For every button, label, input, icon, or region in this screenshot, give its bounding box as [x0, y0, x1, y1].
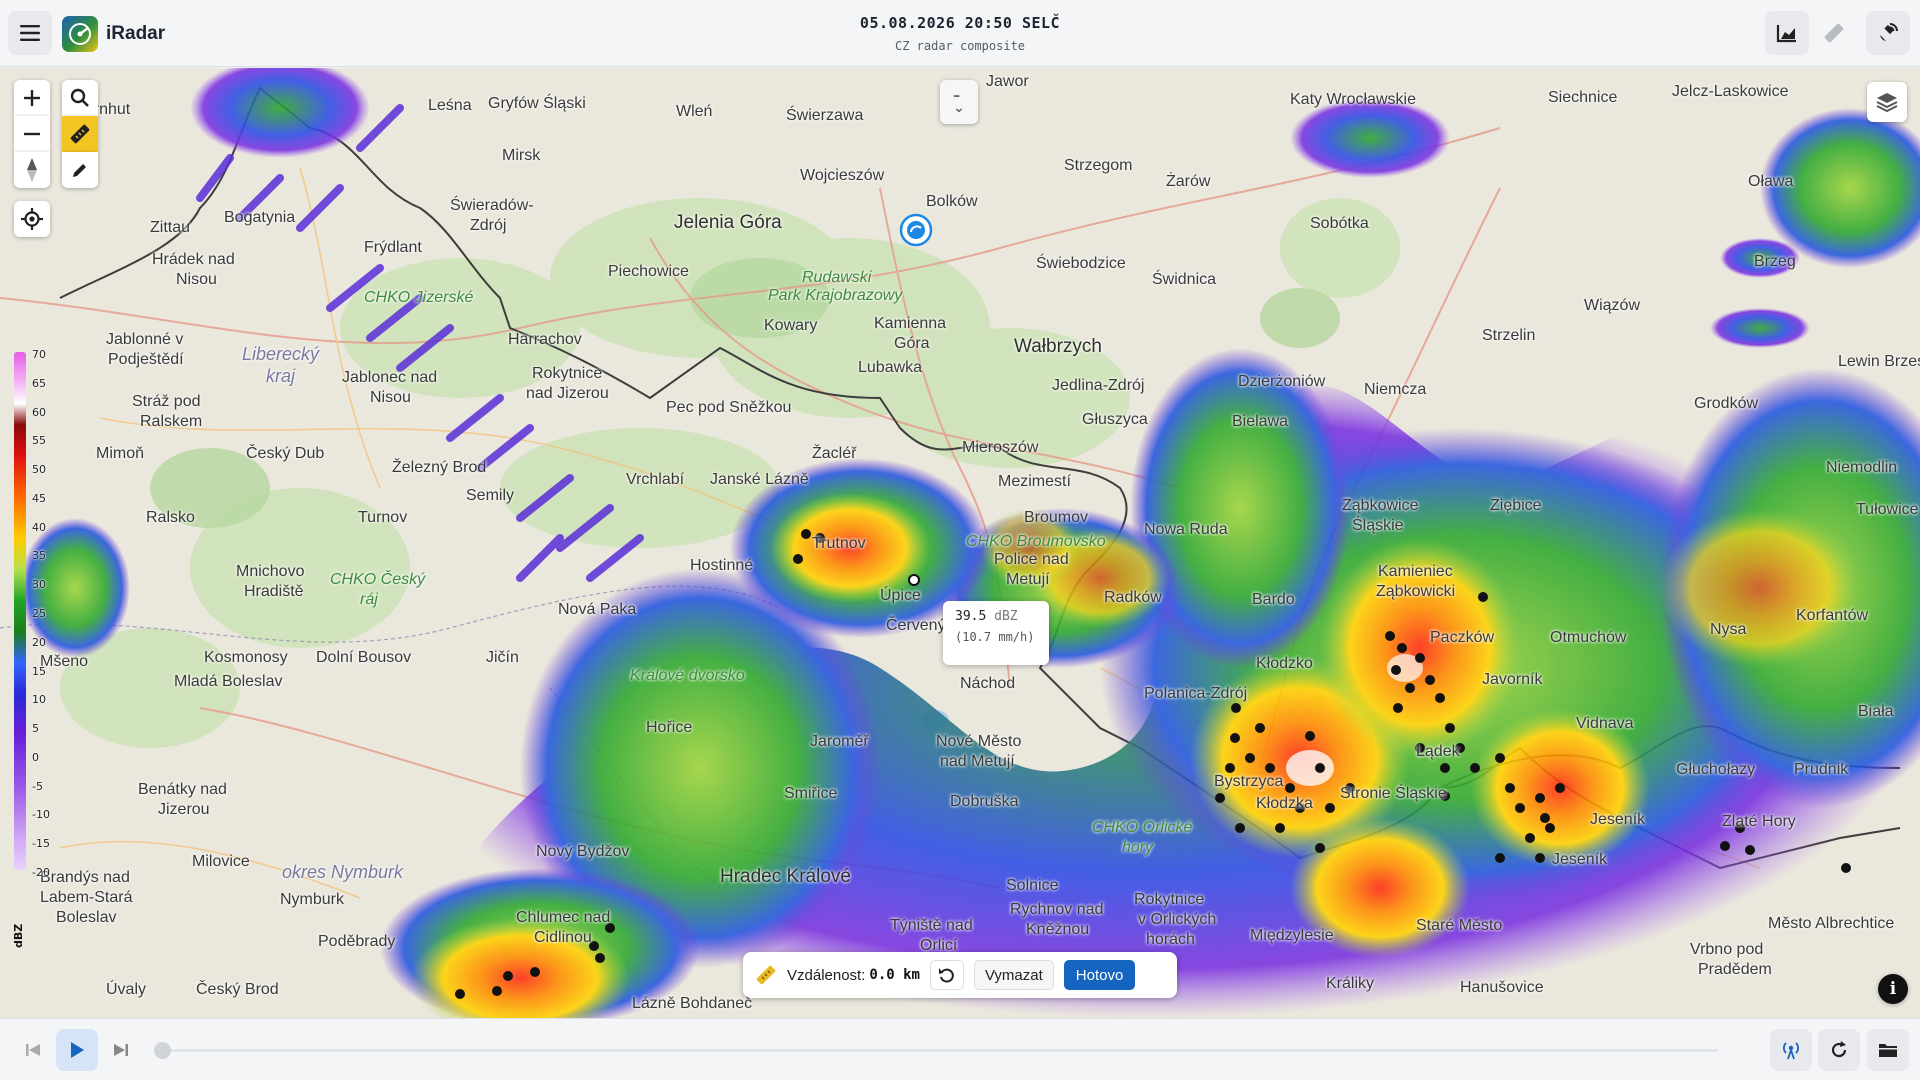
reload-icon [1831, 1041, 1847, 1058]
legend-tick-label: 45 [32, 491, 46, 505]
legend-color-scale [14, 352, 26, 870]
distance-value: 0.0 km [869, 967, 920, 983]
reload-button[interactable] [1818, 1029, 1860, 1071]
legend-tick-label: 20 [32, 635, 46, 649]
legend-tick-label: 25 [32, 607, 46, 620]
legend-tick-label: 30 [32, 578, 46, 592]
collapse-header-button[interactable]: – ⌄ [940, 80, 978, 124]
legend-tick-label: 65 [32, 376, 46, 390]
info-icon: i [1889, 979, 1897, 999]
chart-icon [1776, 25, 1796, 43]
legend-unit: dBZ [12, 923, 25, 948]
undo-icon [938, 968, 954, 983]
satellite-icon [1880, 23, 1898, 41]
station-icon [1783, 1042, 1799, 1060]
legend-tick-label: 50 [32, 463, 46, 477]
legend-tick-label: -15 [32, 837, 50, 851]
locate-me-button[interactable] [14, 201, 50, 237]
next-frame-button[interactable] [100, 1029, 142, 1071]
compass-icon [27, 158, 37, 182]
folder-icon [1879, 1044, 1897, 1057]
skip-forward-icon [114, 1044, 128, 1056]
legend-tick-label: 35 [32, 549, 46, 563]
legend-tick-label: 5 [32, 722, 39, 736]
info-button[interactable]: i [1878, 974, 1908, 1004]
clear-button[interactable]: Vymazat [973, 960, 1054, 990]
reset-bearing-button[interactable] [14, 152, 50, 188]
playback-footer [0, 1018, 1920, 1080]
legend-tick-label: 15 [32, 664, 46, 678]
tooltip-rain-rate: (10.7 mm/h) [955, 630, 1035, 644]
legend-tick-label: -5 [32, 779, 43, 793]
undo-button[interactable] [929, 960, 964, 990]
play-icon [71, 1042, 84, 1058]
search-icon [70, 88, 89, 107]
previous-frame-button[interactable] [12, 1029, 54, 1071]
ruler-icon [1824, 23, 1844, 43]
legend-tick-label: 70 [32, 348, 46, 361]
radar-map[interactable]: Jawor Katy Wrocławskie Siechnice Jelcz-Lask… [0, 68, 1920, 1018]
locate-icon [21, 208, 43, 230]
tooltip-value: 39.5 [955, 609, 987, 624]
play-button[interactable] [56, 1029, 98, 1071]
zoom-out-button[interactable] [14, 116, 50, 152]
search-button[interactable] [62, 80, 98, 116]
legend-tick-label: 60 [32, 405, 46, 419]
legend-tick-label: 40 [32, 520, 46, 534]
timeline-handle[interactable] [154, 1042, 171, 1059]
legend-tick-label: 55 [32, 434, 46, 448]
legend-tick-label: 0 [32, 750, 39, 764]
done-button[interactable]: Hotovo [1063, 960, 1136, 990]
legend-tick-label: 10 [32, 693, 46, 707]
radar-source-subtitle: CZ radar composite [894, 39, 1026, 53]
reflectivity-tooltip: 39.5 dBZ (10.7 mm/h) [943, 601, 1049, 665]
reflectivity-legend: 70 65 60 55 50 45 40 35 30 25 20 15 10 5 0 -5 -10 -15 -20 … [10, 344, 62, 948]
tooltip-unit: dBZ [994, 609, 1018, 624]
skip-back-icon [26, 1044, 40, 1056]
ruler-icon [756, 965, 776, 985]
map-base-layer [0, 68, 1920, 1018]
distance-measure-bar: Vzdálenost: 0.0 km Vymazat Hotovo [743, 952, 1177, 998]
draw-button[interactable] [62, 152, 98, 188]
ruler-tool-button[interactable] [62, 116, 98, 152]
radar-station-marker [899, 213, 933, 247]
minus-icon [24, 132, 40, 136]
layers-icon [1876, 93, 1898, 112]
timeline-slider[interactable] [154, 1042, 1718, 1059]
station-button[interactable] [1770, 1029, 1812, 1071]
collapse-icon: – ⌄ [953, 88, 965, 116]
pencil-icon [73, 164, 86, 177]
distance-label: Vzdálenost: [787, 966, 866, 984]
folder-button[interactable] [1867, 1029, 1909, 1071]
legend-tick-label: -10 [32, 808, 50, 822]
plus-icon [24, 90, 40, 106]
legend-tick-label: -20 [32, 866, 50, 879]
satellite-button[interactable] [1866, 11, 1910, 55]
layers-button[interactable] [1867, 82, 1907, 122]
app-header: iRadar 05.08.2026 20:50 SELČ CZ radar co… [0, 0, 1920, 67]
chart-button[interactable] [1765, 11, 1809, 55]
measure-toggle-button[interactable] [1812, 11, 1856, 55]
ruler-icon [70, 124, 90, 144]
radar-timestamp: 05.08.2026 20:50 SELČ [859, 14, 1061, 32]
zoom-in-button[interactable] [14, 80, 50, 116]
